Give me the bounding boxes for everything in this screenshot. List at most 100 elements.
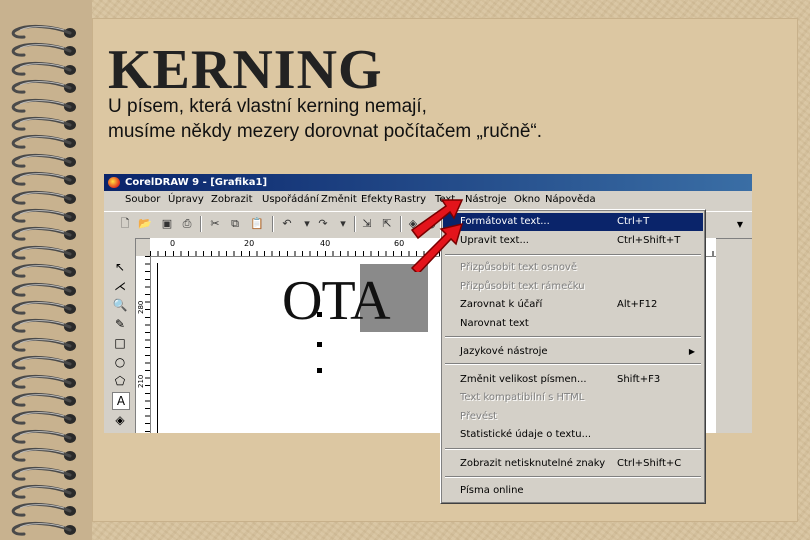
freehand-tool-icon[interactable]: ✎	[112, 316, 128, 332]
spiral-ring-icon	[6, 61, 78, 79]
undo-dropdown-icon[interactable]: ▾	[300, 217, 314, 231]
toolbar-separator	[200, 216, 201, 232]
toolbox: ↖ ⋌ 🔍 ✎ □ ○ ⬠ A ◈	[104, 238, 136, 433]
window-title: CorelDRAW 9 - [Grafika1]	[125, 177, 268, 188]
chevron-down-icon[interactable]: ▼	[735, 218, 745, 232]
cut-icon[interactable]: ✂	[208, 217, 222, 231]
menu-item-label: Narovnat text	[460, 318, 529, 329]
pick-tool-icon[interactable]: ↖	[112, 259, 128, 275]
selection-handle[interactable]	[317, 312, 322, 317]
slide-title: KERNING	[108, 39, 383, 101]
menu-item-shortcut: Ctrl+T	[617, 216, 650, 227]
selection-handle[interactable]	[317, 342, 322, 347]
ruler-label: 280	[137, 300, 145, 314]
menu-upravy[interactable]: Úpravy	[168, 191, 204, 209]
menu-item-zobrazit-netisknutelne-znaky[interactable]: Zobrazit netisknutelné znaky Ctrl+Shift+…	[443, 455, 703, 473]
polygon-tool-icon[interactable]: ⬠	[112, 373, 128, 389]
menu-item-prizpusobit-text-ramecku: Přizpůsobit text rámečku	[443, 278, 703, 296]
menu-okno[interactable]: Okno	[514, 191, 540, 209]
new-file-icon[interactable]: 🗋	[118, 217, 132, 231]
menu-item-upravit-text[interactable]: Upravit text... Ctrl+Shift+T	[443, 232, 703, 250]
spiral-ring-icon	[6, 79, 78, 97]
ruler-label: 0	[170, 239, 176, 248]
spiral-ring-icon	[6, 153, 78, 171]
open-file-icon[interactable]: 📂	[138, 217, 152, 231]
rectangle-tool-icon[interactable]: □	[112, 335, 128, 351]
window-title-bar: CorelDRAW 9 - [Grafika1]	[104, 174, 752, 191]
selection-handle[interactable]	[317, 368, 322, 373]
menu-item-zmenit-velikost-pismen[interactable]: Změnit velikost písmen... Shift+F3	[443, 371, 703, 389]
vertical-ruler[interactable]: 280 210	[136, 256, 151, 433]
menu-item-label: Zobrazit netisknutelné znaky	[460, 458, 606, 469]
spiral-ring-icon	[6, 226, 78, 244]
import-icon[interactable]: ⇲	[360, 217, 374, 231]
spiral-ring-icon	[6, 502, 78, 520]
text-menu-dropdown: Formátovat text... Ctrl+T Upravit text..…	[440, 209, 706, 504]
spiral-ring-icon	[6, 263, 78, 281]
menu-napoveda[interactable]: Nápověda	[545, 191, 596, 209]
spiral-ring-icon	[6, 98, 78, 116]
print-icon[interactable]: ⎙	[180, 217, 194, 231]
menu-item-zarovnat-k-ucari[interactable]: Zarovnat k účaří Alt+F12	[443, 296, 703, 314]
submenu-arrow-icon: ▶	[688, 347, 695, 356]
menu-item-label: Zarovnat k účaří	[460, 299, 543, 310]
save-icon[interactable]: ▣	[160, 217, 174, 231]
spiral-ring-icon	[6, 24, 78, 42]
spiral-ring-icon	[6, 171, 78, 189]
undo-icon[interactable]: ↶	[280, 217, 294, 231]
shape-tool-icon[interactable]: ⋌	[112, 278, 128, 294]
menu-item-shortcut: Ctrl+Shift+T	[617, 235, 681, 246]
spiral-ring-icon	[6, 410, 78, 428]
spiral-ring-icon	[6, 134, 78, 152]
menu-zobrazit[interactable]: Zobrazit	[211, 191, 253, 209]
page-edge	[157, 263, 158, 433]
menu-item-jazykove-nastroje[interactable]: Jazykové nástroje ▶	[443, 343, 703, 361]
spiral-ring-icon	[6, 484, 78, 502]
menu-efekty[interactable]: Efekty	[361, 191, 393, 209]
menu-separator	[445, 448, 701, 450]
menu-item-label: Statistické údaje o textu...	[460, 429, 592, 440]
menu-item-label: Převést	[460, 411, 498, 422]
menu-soubor[interactable]: Soubor	[125, 191, 160, 209]
menu-item-narovnat-text[interactable]: Narovnat text	[443, 315, 703, 333]
spiral-ring-icon	[6, 208, 78, 226]
spiral-ring-icon	[6, 521, 78, 539]
menu-item-formatovat-text[interactable]: Formátovat text... Ctrl+T	[443, 213, 703, 231]
spiral-ring-icon	[6, 466, 78, 484]
fill-tool-icon[interactable]: ◈	[112, 412, 128, 428]
redo-icon[interactable]: ↷	[316, 217, 330, 231]
copy-icon[interactable]: ⧉	[228, 217, 242, 231]
menu-item-shortcut: Shift+F3	[617, 374, 661, 385]
slide-subtitle-line-1: U písem, která vlastní kerning nemají,	[108, 96, 427, 117]
menu-item-label: Přizpůsobit text rámečku	[460, 281, 585, 292]
menu-item-pisma-online[interactable]: Písma online	[443, 482, 703, 500]
menu-nastroje[interactable]: Nástroje	[465, 191, 507, 209]
menu-item-prizpusobit-text-osnove: Přizpůsobit text osnově	[443, 259, 703, 277]
canvas-text-ota[interactable]: OTA	[282, 271, 391, 331]
paste-icon[interactable]: 📋	[250, 217, 264, 231]
redo-dropdown-icon[interactable]: ▾	[336, 217, 350, 231]
export-icon[interactable]: ⇱	[380, 217, 394, 231]
menu-zmenit[interactable]: Změnit	[321, 191, 357, 209]
ellipse-tool-icon[interactable]: ○	[112, 354, 128, 370]
menu-item-label: Písma online	[460, 485, 524, 496]
menu-item-prevest: Převést	[443, 408, 703, 426]
red-arrow-icon	[410, 199, 464, 272]
spiral-ring-icon	[6, 447, 78, 465]
spiral-ring-icon	[6, 282, 78, 300]
spiral-ring-icon	[6, 190, 78, 208]
menu-item-shortcut: Alt+F12	[617, 299, 658, 310]
menu-item-shortcut: Ctrl+Shift+C	[617, 458, 682, 469]
menu-separator	[445, 254, 701, 256]
zoom-tool-icon[interactable]: 🔍	[112, 297, 128, 313]
ruler-label: 20	[244, 239, 255, 248]
menu-usporadani[interactable]: Uspořádání	[262, 191, 319, 209]
menu-separator	[445, 363, 701, 365]
spiral-ring-icon	[6, 429, 78, 447]
text-tool-icon[interactable]: A	[112, 392, 130, 410]
toolbar-separator	[400, 216, 401, 232]
spiral-ring-icon	[6, 300, 78, 318]
ruler-label: 60	[394, 239, 405, 248]
menu-item-label: Jazykové nástroje	[460, 346, 548, 357]
menu-item-statisticke-udaje[interactable]: Statistické údaje o textu...	[443, 426, 703, 444]
